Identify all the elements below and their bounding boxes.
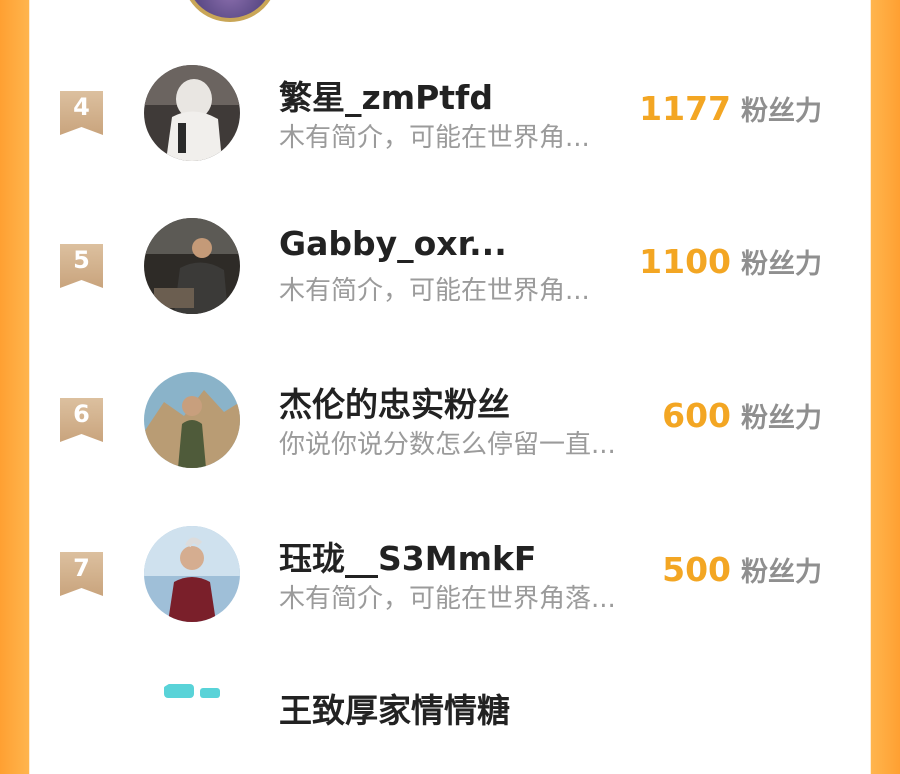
rank-number: 6 [73,400,90,428]
ranking-row[interactable]: 7 珏珑__S3MmkF 木有简介，可能在世界角落... 500 粉丝力 [30,518,870,628]
rank-number: 5 [73,246,90,274]
user-name[interactable]: 繁星_zmPtfd [279,71,493,119]
user-bio: 木有简介，可能在世界角落... [279,584,616,614]
score-group: 500 粉丝力 [662,550,822,589]
score-unit: 粉丝力 [741,403,822,434]
score-value: 1100 [639,242,731,281]
score-value: 1177 [639,89,731,128]
ranking-row[interactable]: 6 杰伦的忠实粉丝 你说你说分数怎么停留一直... 600 粉丝力 [30,364,870,474]
rank-badge-icon: 6 [60,398,103,442]
user-name[interactable]: 珏珑__S3MmkF [279,532,536,580]
score-group: 600 粉丝力 [662,396,822,435]
user-bio: 你说你说分数怎么停留一直... [279,430,616,460]
rank-number: 4 [73,93,90,121]
rank-badge-icon: 5 [60,244,103,288]
user-name[interactable]: Gabby_oxr... [279,224,507,263]
score-unit: 粉丝力 [741,96,822,127]
user-bio: 木有简介，可能在世界角... [279,123,590,153]
avatar-partial[interactable] [144,678,240,774]
score-value: 600 [662,396,731,435]
score-value: 500 [662,550,731,589]
user-name[interactable]: 杰伦的忠实粉丝 [279,378,510,426]
score-group: 1177 粉丝力 [639,89,822,128]
rank-3-avatar-partial[interactable] [182,0,278,22]
score-unit: 粉丝力 [741,249,822,280]
rank-badge-icon: 7 [60,552,103,596]
ranking-row[interactable]: 4 繁星_zmPtfd 木有简介，可能在世界角... 1177 粉丝力 [30,57,870,167]
avatar[interactable] [144,65,240,161]
user-name-partial[interactable]: 王致厚家情情糖 [279,684,510,732]
avatar[interactable] [144,218,240,314]
rank-number: 7 [73,554,90,582]
score-unit: 粉丝力 [741,557,822,588]
user-bio: 木有简介，可能在世界角... [279,276,590,306]
ranking-card: 4 繁星_zmPtfd 木有简介，可能在世界角... 1177 粉丝力 5 Ga… [30,0,870,702]
rank-badge-icon: 4 [60,91,103,135]
avatar[interactable] [144,372,240,468]
ranking-row[interactable]: 5 Gabby_oxr... 木有简介，可能在世界角... 1100 粉丝力 [30,210,870,320]
avatar[interactable] [144,526,240,622]
score-group: 1100 粉丝力 [639,242,822,281]
